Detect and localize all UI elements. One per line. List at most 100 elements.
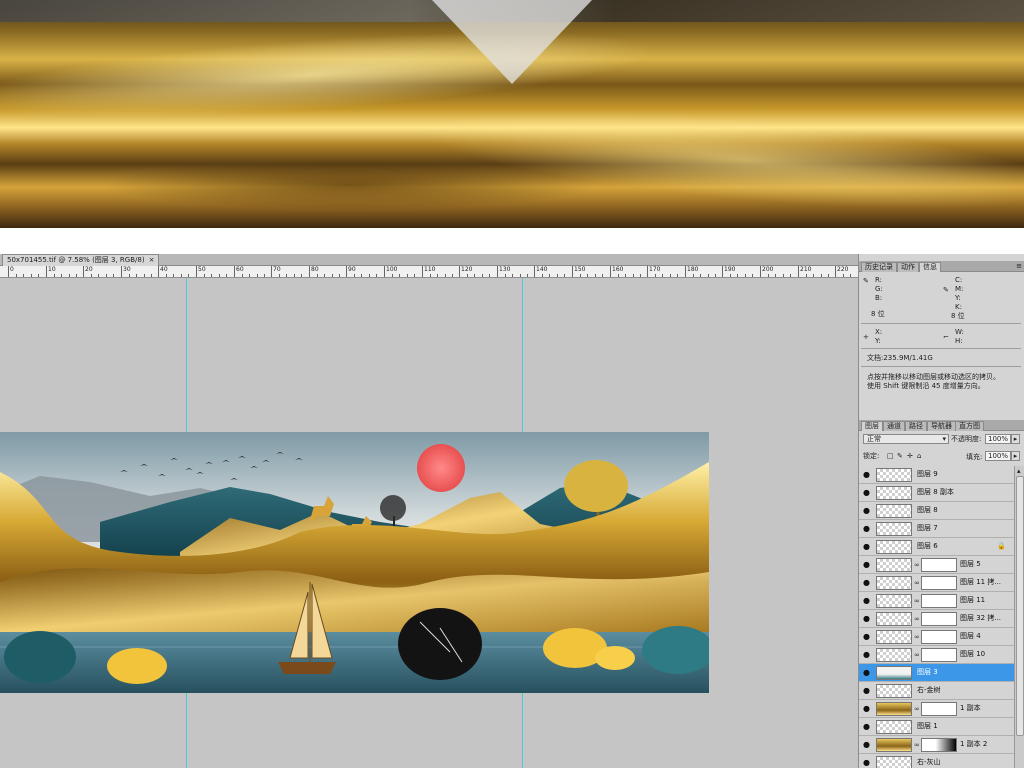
- layer-thumbnail[interactable]: [876, 540, 912, 554]
- layer-row[interactable]: ● 右-灰山: [859, 754, 1014, 768]
- layer-name[interactable]: 图层 1: [917, 722, 938, 731]
- chevron-right-icon[interactable]: ▸: [1011, 434, 1020, 444]
- eye-icon[interactable]: ●: [862, 543, 871, 551]
- link-icon[interactable]: ∞: [914, 741, 920, 749]
- eye-icon[interactable]: ●: [862, 507, 871, 515]
- layer-mask-thumbnail[interactable]: [921, 738, 957, 752]
- tab-channels[interactable]: 通道: [883, 421, 905, 431]
- link-icon[interactable]: ∞: [914, 597, 920, 605]
- link-icon[interactable]: ∞: [914, 633, 920, 641]
- layer-mask-thumbnail[interactable]: [921, 648, 957, 662]
- layer-name[interactable]: 图层 6: [917, 542, 938, 551]
- layer-thumbnail[interactable]: [876, 576, 912, 590]
- eye-icon[interactable]: ●: [862, 723, 871, 731]
- eye-icon[interactable]: ●: [862, 489, 871, 497]
- layer-thumbnail[interactable]: [876, 720, 912, 734]
- layer-row[interactable]: ● ∞ 图层 10: [859, 646, 1014, 664]
- layer-thumbnail[interactable]: [876, 522, 912, 536]
- eye-icon[interactable]: ●: [862, 633, 871, 641]
- layer-name[interactable]: 图层 10: [960, 650, 985, 659]
- layer-row[interactable]: ● 图层 8: [859, 502, 1014, 520]
- eye-icon[interactable]: ●: [862, 705, 871, 713]
- eye-icon[interactable]: ●: [862, 669, 871, 677]
- tab-histogram[interactable]: 直方图: [955, 421, 984, 431]
- layer-name[interactable]: 图层 11 拷...: [960, 578, 1001, 587]
- layer-name[interactable]: 图层 8: [917, 506, 938, 515]
- layer-row[interactable]: ● 图层 3: [859, 664, 1014, 682]
- layer-row[interactable]: ● ∞ 图层 5: [859, 556, 1014, 574]
- layer-name[interactable]: 右-金树: [917, 686, 941, 695]
- layer-row[interactable]: ● 图层 6 🔒: [859, 538, 1014, 556]
- eye-icon[interactable]: ●: [862, 687, 871, 695]
- layer-row[interactable]: ● 图层 9: [859, 466, 1014, 484]
- close-icon[interactable]: ×: [149, 256, 155, 264]
- eye-icon[interactable]: ●: [862, 615, 871, 623]
- layer-mask-thumbnail[interactable]: [921, 558, 957, 572]
- layer-name[interactable]: 图层 11: [960, 596, 985, 605]
- layer-name[interactable]: 1 副本: [960, 704, 981, 713]
- lock-move-icon[interactable]: ✛: [907, 452, 913, 460]
- layer-name[interactable]: 图层 4: [960, 632, 981, 641]
- layer-row[interactable]: ● 图层 7: [859, 520, 1014, 538]
- eye-icon[interactable]: ●: [862, 525, 871, 533]
- tab-paths[interactable]: 路径: [905, 421, 927, 431]
- artwork-canvas[interactable]: [0, 432, 709, 693]
- tab-history[interactable]: 历史记录: [861, 262, 897, 272]
- layer-row[interactable]: ● 图层 8 副本: [859, 484, 1014, 502]
- tab-layers[interactable]: 图层: [861, 421, 883, 431]
- layer-thumbnail[interactable]: [876, 648, 912, 662]
- horizontal-ruler[interactable]: 0 10 20 30 40 50 60 70 80 90 100 110 120 130 140 150 160…: [0, 266, 858, 278]
- layer-row[interactable]: ● ∞ 图层 32 拷...: [859, 610, 1014, 628]
- layer-thumbnail[interactable]: [876, 612, 912, 626]
- layer-name[interactable]: 图层 8 副本: [917, 488, 954, 497]
- eye-icon[interactable]: ●: [862, 651, 871, 659]
- lock-brush-icon[interactable]: ✎: [897, 452, 903, 460]
- layer-row[interactable]: ● 右-金树: [859, 682, 1014, 700]
- scroll-up-icon[interactable]: ▴: [1017, 467, 1021, 475]
- eye-icon[interactable]: ●: [862, 471, 871, 479]
- eye-icon[interactable]: ●: [862, 561, 871, 569]
- link-icon[interactable]: ∞: [914, 705, 920, 713]
- tab-navigator[interactable]: 导航器: [927, 421, 956, 431]
- layer-thumbnail[interactable]: [876, 684, 912, 698]
- panel-menu-icon[interactable]: ≡: [1016, 261, 1022, 271]
- layer-thumbnail[interactable]: [876, 630, 912, 644]
- layer-name[interactable]: 图层 32 拷...: [960, 614, 1001, 623]
- layer-row[interactable]: ● ∞ 图层 11 拷...: [859, 574, 1014, 592]
- layer-thumbnail[interactable]: [876, 594, 912, 608]
- layer-mask-thumbnail[interactable]: [921, 630, 957, 644]
- layer-name[interactable]: 图层 3: [917, 668, 938, 677]
- layer-row[interactable]: ● ∞ 图层 11: [859, 592, 1014, 610]
- link-icon[interactable]: ∞: [914, 579, 920, 587]
- layer-row[interactable]: ● ∞ 1 副本: [859, 700, 1014, 718]
- eye-icon[interactable]: ●: [862, 579, 871, 587]
- blend-mode-select[interactable]: 正常 ▾: [863, 434, 949, 444]
- lock-transparent-icon[interactable]: □: [887, 452, 894, 460]
- layer-thumbnail[interactable]: [876, 504, 912, 518]
- layer-name[interactable]: 右-灰山: [917, 758, 941, 767]
- layer-mask-thumbnail[interactable]: [921, 576, 957, 590]
- eye-icon[interactable]: ●: [862, 741, 871, 749]
- layer-name[interactable]: 图层 7: [917, 524, 938, 533]
- scrollbar-thumb[interactable]: [1016, 476, 1024, 736]
- fill-field[interactable]: 100%: [985, 451, 1011, 461]
- layer-name[interactable]: 1 副本 2: [960, 740, 987, 749]
- layers-list[interactable]: ▴ ● 图层 9 ● 图层 8 副本 ● 图层 8 ● 图层 7 ● 图层 6 🔒 ● ∞ 图层 5 ● ∞ 图…: [859, 466, 1024, 768]
- layer-thumbnail[interactable]: [876, 666, 912, 680]
- layer-thumbnail[interactable]: [876, 738, 912, 752]
- link-icon[interactable]: ∞: [914, 615, 920, 623]
- layer-mask-thumbnail[interactable]: [921, 612, 957, 626]
- layer-thumbnail[interactable]: [876, 756, 912, 768]
- opacity-field[interactable]: 100%: [985, 434, 1011, 444]
- layer-name[interactable]: 图层 5: [960, 560, 981, 569]
- layer-row[interactable]: ● 图层 1: [859, 718, 1014, 736]
- eye-icon[interactable]: ●: [862, 597, 871, 605]
- layer-thumbnail[interactable]: [876, 702, 912, 716]
- layers-scrollbar[interactable]: ▴: [1014, 466, 1024, 768]
- layer-thumbnail[interactable]: [876, 558, 912, 572]
- layer-name[interactable]: 图层 9: [917, 470, 938, 479]
- document-tab[interactable]: 50x701455.tif @ 7.58% (图层 3, RGB/8) ×: [2, 254, 160, 266]
- link-icon[interactable]: ∞: [914, 561, 920, 569]
- tab-actions[interactable]: 动作: [897, 262, 919, 272]
- layer-mask-thumbnail[interactable]: [921, 702, 957, 716]
